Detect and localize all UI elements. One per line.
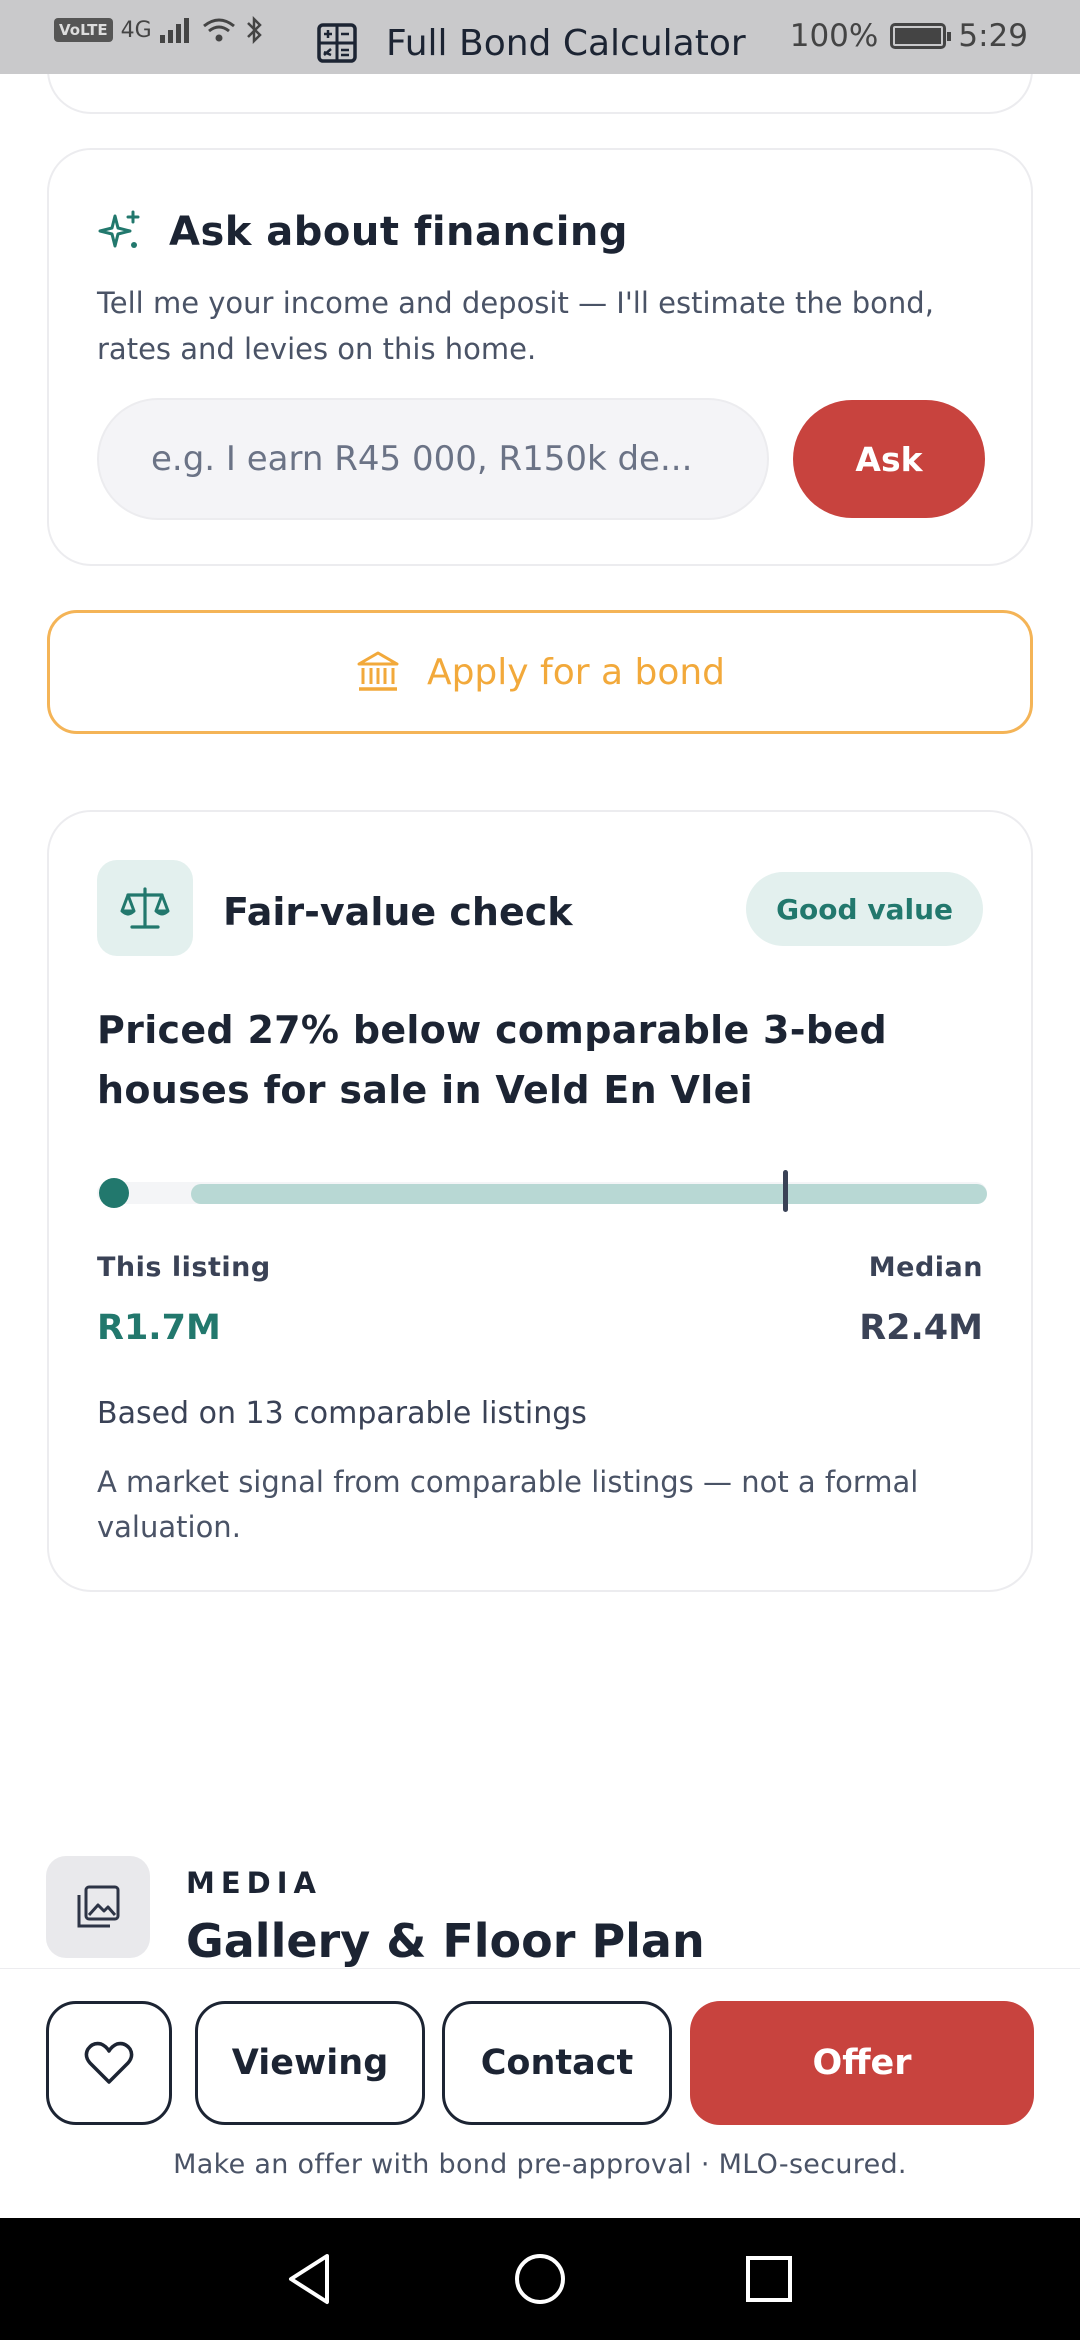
financing-card: Ask about financing Tell me your income …	[47, 148, 1033, 566]
home-button[interactable]	[509, 2248, 571, 2310]
financing-description: Tell me your income and deposit — I'll e…	[97, 286, 934, 366]
comparable-range-bar	[191, 1184, 987, 1204]
system-nav-bar	[0, 2218, 1080, 2340]
offer-button[interactable]: Offer	[690, 2001, 1034, 2125]
sparkles-icon	[98, 210, 140, 248]
back-icon	[289, 2254, 329, 2304]
page-title: Full Bond Calculator	[386, 22, 746, 64]
calculator-icon	[317, 23, 357, 63]
median-marker	[783, 1170, 788, 1212]
comparables-count: Based on 13 comparable listings	[97, 1396, 587, 1431]
media-section-title: Gallery & Floor Plan	[186, 1914, 705, 1968]
bluetooth-icon	[246, 16, 262, 44]
media-kicker: MEDIA	[186, 1866, 322, 1900]
gallery-icon-box	[46, 1856, 150, 1958]
status-bar: VoLTE 4G Full Bond Calculator 100% 5:29	[0, 0, 1080, 74]
fair-value-title: Fair-value check	[223, 890, 573, 934]
battery-icon	[890, 23, 952, 49]
heart-icon	[84, 2041, 134, 2084]
home-circle-icon	[515, 2254, 565, 2304]
ask-button[interactable]: Ask	[793, 400, 985, 518]
median-value: R2.4M	[859, 1308, 983, 1348]
offer-footnote: Make an offer with bond pre-approval · M…	[173, 2149, 907, 2180]
median-label: Median	[868, 1252, 983, 1283]
viewing-button[interactable]: Viewing	[195, 2001, 425, 2125]
apply-for-bond-button[interactable]: Apply for a bond	[47, 610, 1033, 734]
clock: 5:29	[958, 18, 1028, 54]
value-badge: Good value	[746, 872, 983, 946]
volte-indicator: VoLTE	[54, 18, 113, 42]
contact-button[interactable]: Contact	[442, 2001, 672, 2125]
signal-icon	[159, 18, 189, 43]
action-bar: Viewing Contact Offer Make an offer with…	[0, 1968, 1080, 2218]
financing-title: Ask about financing	[169, 209, 629, 255]
recents-square-icon	[746, 2256, 792, 2302]
status-right: 100% 5:29	[790, 18, 1028, 54]
bank-icon	[357, 651, 399, 691]
valuation-disclaimer: A market signal from comparable listings…	[97, 1465, 919, 1544]
financing-header: Ask about financing	[97, 208, 628, 256]
back-button[interactable]	[278, 2248, 340, 2310]
scale-icon-box	[97, 860, 193, 956]
wifi-icon	[202, 18, 235, 42]
this-listing-marker	[99, 1178, 129, 1208]
network-type: 4G	[120, 17, 152, 43]
page-title-bar[interactable]: Full Bond Calculator	[316, 22, 746, 64]
fair-value-card: Fair-value check Good value Priced 27% b…	[47, 810, 1033, 1592]
fair-value-headline: Priced 27% below comparable 3-bed houses…	[97, 1008, 887, 1112]
scale-icon	[120, 887, 170, 929]
apply-for-bond-label: Apply for a bond	[426, 651, 726, 693]
favorite-button[interactable]	[46, 2001, 172, 2125]
battery-percent: 100%	[789, 18, 879, 54]
this-listing-label: This listing	[97, 1252, 271, 1283]
gallery-icon	[77, 1885, 120, 1928]
recents-button[interactable]	[738, 2248, 800, 2310]
this-listing-value: R1.7M	[97, 1308, 221, 1348]
financing-question-input[interactable]	[97, 398, 769, 520]
status-left: VoLTE 4G	[54, 16, 264, 44]
